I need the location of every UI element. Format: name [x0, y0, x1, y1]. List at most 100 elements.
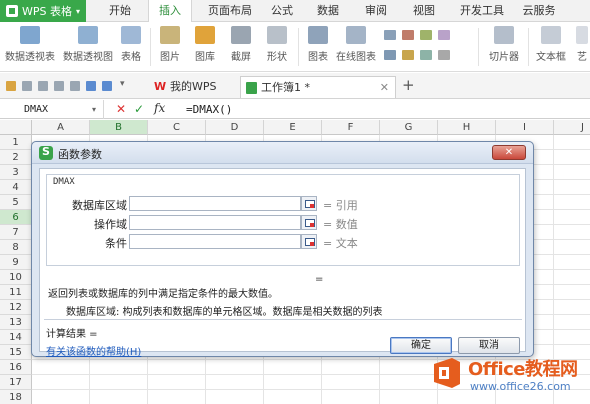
column-header[interactable]: J — [554, 120, 590, 135]
row-header[interactable]: 3 — [0, 165, 32, 180]
chevron-down-icon[interactable]: ▾ — [120, 79, 125, 89]
scatter-chart-icon[interactable] — [438, 30, 450, 40]
table-icon — [121, 26, 141, 44]
row-header[interactable]: 4 — [0, 180, 32, 195]
open-folder-icon[interactable] — [6, 81, 16, 91]
art-text-icon — [576, 26, 588, 44]
select-all-corner[interactable] — [0, 120, 32, 135]
table-button[interactable]: 表格 — [118, 26, 144, 63]
menu-page-layout[interactable]: 页面布局 — [198, 0, 262, 22]
screenshot-button[interactable]: 截屏 — [226, 26, 256, 63]
chart-label: 图表 — [308, 52, 328, 63]
app-menu-button[interactable]: WPS 表格 ▾ — [0, 0, 86, 22]
column-header[interactable]: H — [438, 120, 496, 135]
picture-button[interactable]: 图片 — [156, 26, 184, 63]
function-description: 返回列表或数据库的列中满足指定条件的最大数值。 — [48, 289, 278, 300]
arg-input-database[interactable] — [129, 196, 301, 211]
menu-insert[interactable]: 插入 — [148, 0, 192, 23]
column-header[interactable]: G — [380, 120, 438, 135]
name-box[interactable]: DMAX — [0, 100, 104, 119]
row-header[interactable]: 13 — [0, 315, 32, 330]
menu-cloud[interactable]: 云服务 — [514, 0, 564, 22]
online-chart-label: 在线图表 — [336, 52, 376, 63]
row-header[interactable]: 12 — [0, 300, 32, 315]
row-header[interactable]: 2 — [0, 150, 32, 165]
gallery-button[interactable]: 图库 — [190, 26, 220, 63]
column-header[interactable]: I — [496, 120, 554, 135]
textbox-button[interactable]: 文本框 — [532, 26, 570, 63]
row-header[interactable]: 17 — [0, 375, 32, 390]
confirm-formula-icon[interactable]: ✓ — [134, 102, 144, 116]
column-header[interactable]: E — [264, 120, 322, 135]
collapse-dialog-icon[interactable] — [301, 215, 317, 230]
row-header[interactable]: 1 — [0, 135, 32, 150]
column-header[interactable]: A — [32, 120, 90, 135]
close-tab-icon[interactable]: ✕ — [380, 77, 389, 99]
table-label: 表格 — [121, 52, 141, 63]
menu-formulas[interactable]: 公式 — [262, 0, 302, 22]
textbox-label: 文本框 — [536, 52, 566, 63]
dialog-title-bar[interactable]: 函数参数 ✕ — [32, 142, 533, 164]
column-chart-icon[interactable] — [384, 30, 396, 40]
save-icon[interactable] — [22, 81, 32, 91]
row-header[interactable]: 10 — [0, 270, 32, 285]
tab-workbook1-label: 工作簿1 * — [261, 81, 310, 94]
menu-developer[interactable]: 开发工具 — [452, 0, 512, 22]
shapes-label: 形状 — [267, 52, 287, 63]
art-text-button[interactable]: 艺 — [574, 26, 590, 63]
area-chart-icon[interactable] — [420, 30, 432, 40]
pie-chart-icon[interactable] — [402, 50, 414, 60]
dialog-close-button[interactable]: ✕ — [492, 145, 526, 160]
menu-review[interactable]: 审阅 — [356, 0, 396, 22]
radar-chart-icon[interactable] — [438, 50, 450, 60]
cancel-formula-icon[interactable]: ✕ — [116, 102, 126, 116]
save-as-icon[interactable] — [38, 81, 48, 91]
arg-input-criteria[interactable] — [129, 234, 301, 249]
print-icon[interactable] — [54, 81, 64, 91]
column-header[interactable]: C — [148, 120, 206, 135]
row-header[interactable]: 16 — [0, 360, 32, 375]
chart-button[interactable]: 图表 — [304, 26, 332, 63]
new-tab-button[interactable]: + — [402, 76, 415, 94]
screenshot-icon — [231, 26, 251, 44]
ribbon-divider — [478, 28, 479, 66]
row-header[interactable]: 6 — [0, 210, 32, 225]
stock-chart-icon[interactable] — [420, 50, 432, 60]
row-header[interactable]: 14 — [0, 330, 32, 345]
formula-bar: DMAX ▾ ✕ ✓ fx =DMAX() — [0, 100, 590, 119]
formula-input[interactable]: =DMAX() — [186, 100, 232, 119]
row-header[interactable]: 9 — [0, 255, 32, 270]
row-header[interactable]: 5 — [0, 195, 32, 210]
menu-data[interactable]: 数据 — [308, 0, 348, 22]
arg-label-database: 数据库区域 — [72, 199, 127, 212]
slicer-button[interactable]: 切片器 — [484, 26, 524, 63]
row-header[interactable]: 7 — [0, 225, 32, 240]
redo-icon[interactable] — [102, 81, 112, 91]
row-header[interactable]: 11 — [0, 285, 32, 300]
row-header[interactable]: 18 — [0, 390, 32, 404]
row-header[interactable]: 8 — [0, 240, 32, 255]
column-header[interactable]: D — [206, 120, 264, 135]
print-preview-icon[interactable] — [70, 81, 80, 91]
tab-my-wps[interactable]: W 我的WPS — [150, 76, 238, 98]
column-header[interactable]: F — [322, 120, 380, 135]
shapes-button[interactable]: 形状 — [262, 26, 292, 63]
undo-icon[interactable] — [86, 81, 96, 91]
chevron-down-icon[interactable]: ▾ — [92, 100, 96, 119]
collapse-dialog-icon[interactable] — [301, 196, 317, 211]
column-header[interactable]: B — [90, 120, 148, 135]
arg-input-field[interactable] — [129, 215, 301, 230]
function-help-link[interactable]: 有关该函数的帮助(H) — [46, 343, 141, 358]
bar-chart-icon[interactable] — [384, 50, 396, 60]
collapse-dialog-icon[interactable] — [301, 234, 317, 249]
tab-my-wps-label: 我的WPS — [170, 80, 217, 93]
row-header[interactable]: 15 — [0, 345, 32, 360]
insert-function-button[interactable]: fx — [154, 101, 165, 115]
pivot-chart-button[interactable]: 数据透视图 — [60, 26, 116, 63]
menu-view[interactable]: 视图 — [404, 0, 444, 22]
menu-home[interactable]: 开始 — [100, 0, 140, 22]
line-chart-icon[interactable] — [402, 30, 414, 40]
tab-workbook1[interactable]: 工作簿1 * ✕ — [240, 76, 396, 98]
pivot-table-button[interactable]: 数据透视表 — [4, 26, 56, 63]
online-chart-button[interactable]: 在线图表 — [334, 26, 378, 63]
